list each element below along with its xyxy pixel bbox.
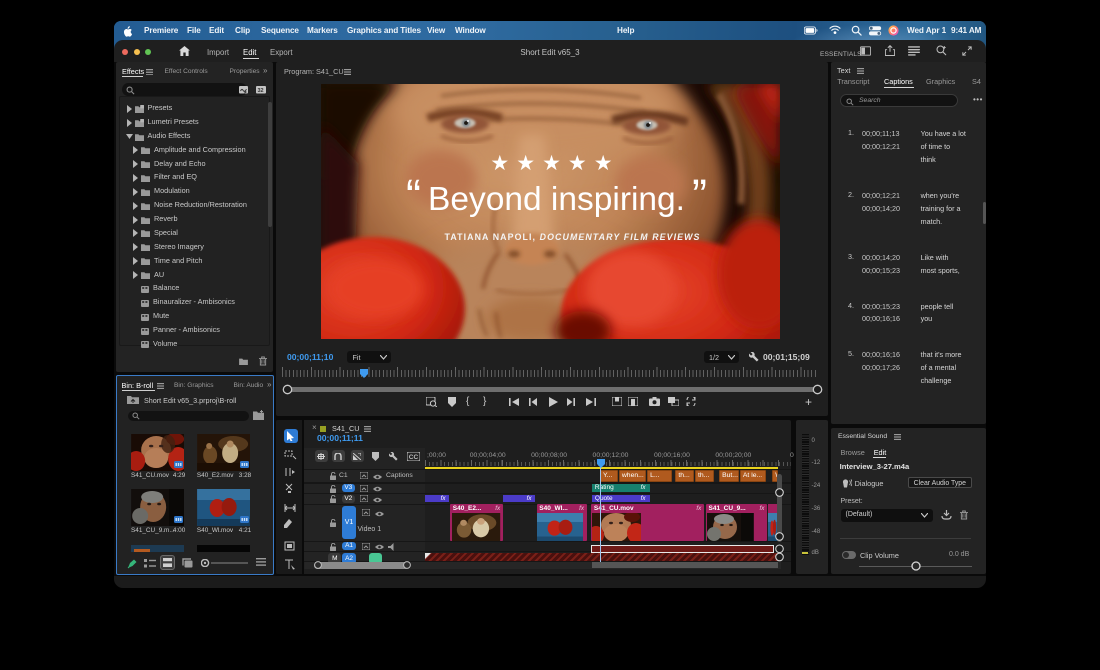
svg-text:CC: CC xyxy=(409,454,419,461)
